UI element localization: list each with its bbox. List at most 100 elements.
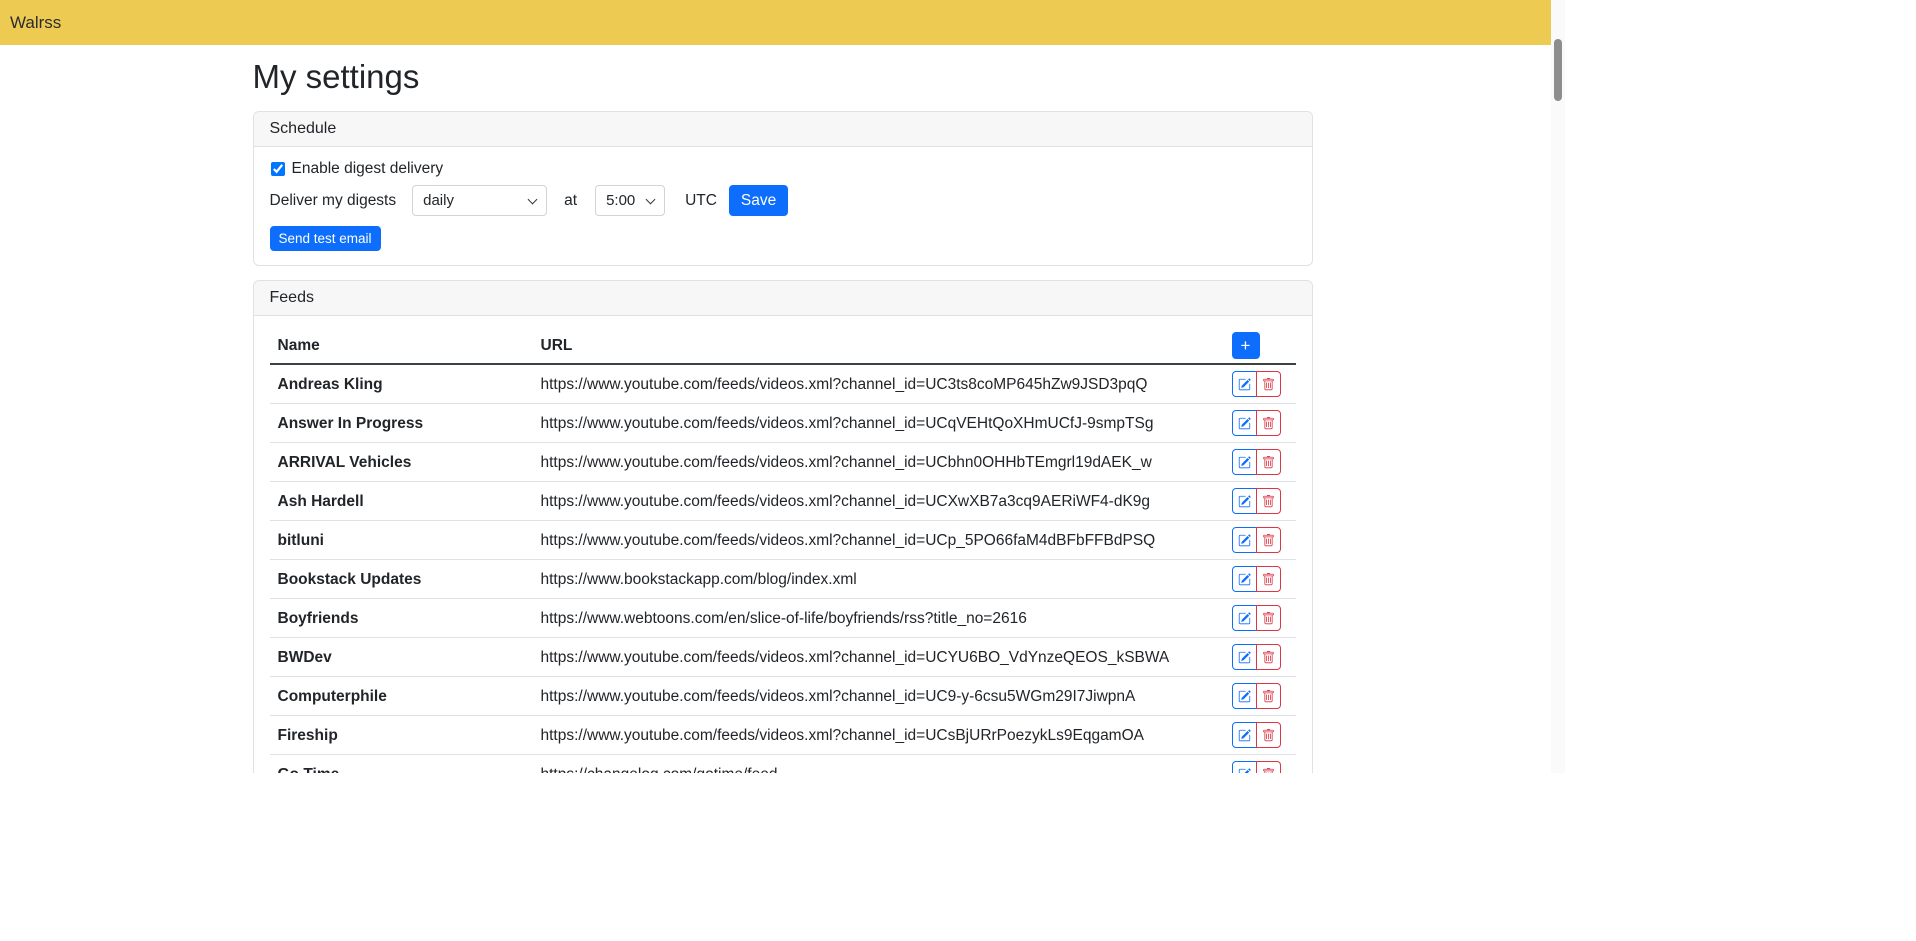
send-test-email-button[interactable]: Send test email [270,226,381,251]
delete-feed-button[interactable] [1256,566,1281,592]
pencil-square-icon [1238,456,1251,469]
delete-feed-button[interactable] [1256,605,1281,631]
feed-url: https://www.youtube.com/feeds/videos.xml… [533,716,1232,755]
feed-row: Bookstack Updates https://www.bookstacka… [270,560,1296,599]
frequency-value: daily [423,192,454,209]
feed-name: Answer In Progress [270,404,533,443]
feed-actions [1232,605,1288,631]
pencil-square-icon [1238,729,1251,742]
deliver-label: Deliver my digests [270,192,397,210]
column-header-url: URL [533,328,1232,364]
delete-feed-button[interactable] [1256,683,1281,709]
frequency-select[interactable]: daily [412,185,547,216]
scrollbar[interactable] [1551,0,1565,773]
feed-url: https://changelog.com/gotime/feed [533,755,1232,774]
feed-url: https://www.youtube.com/feeds/videos.xml… [533,404,1232,443]
feed-row: bitluni https://www.youtube.com/feeds/vi… [270,521,1296,560]
enable-digest-row: Enable digest delivery [270,159,1296,179]
feed-actions [1232,527,1288,553]
feed-name: BWDev [270,638,533,677]
feed-url: https://www.youtube.com/feeds/videos.xml… [533,364,1232,404]
feeds-card-header: Feeds [254,281,1312,316]
feeds-card-body: Name URL + Andreas Kling https://www.you… [254,316,1312,773]
time-value: 5:00 [606,192,635,209]
feed-actions [1232,371,1288,397]
trash-icon [1262,456,1275,469]
timezone-label: UTC [685,192,717,210]
edit-feed-button[interactable] [1232,449,1257,475]
edit-feed-button[interactable] [1232,722,1257,748]
trash-icon [1262,729,1275,742]
edit-feed-button[interactable] [1232,527,1257,553]
add-feed-button[interactable]: + [1232,332,1260,359]
feed-actions-cell [1232,364,1296,404]
feed-row: ARRIVAL Vehicles https://www.youtube.com… [270,443,1296,482]
feed-row: Andreas Kling https://www.youtube.com/fe… [270,364,1296,404]
trash-icon [1262,573,1275,586]
delete-feed-button[interactable] [1256,644,1281,670]
feed-actions-cell [1232,677,1296,716]
navbar-brand[interactable]: Walrss [10,13,61,33]
feed-name: Go Time [270,755,533,774]
pencil-square-icon [1238,690,1251,703]
feed-actions [1232,761,1288,773]
trash-icon [1262,495,1275,508]
trash-icon [1262,378,1275,391]
pencil-square-icon [1238,378,1251,391]
delivery-controls-row: Deliver my digests daily at 5:00 UTC Sav… [270,185,1296,216]
chevron-down-icon [528,195,538,205]
at-label: at [564,192,577,210]
feed-row: BWDev https://www.youtube.com/feeds/vide… [270,638,1296,677]
delete-feed-button[interactable] [1256,488,1281,514]
edit-feed-button[interactable] [1232,488,1257,514]
feed-actions [1232,683,1288,709]
feed-actions-cell [1232,482,1296,521]
save-button[interactable]: Save [729,185,788,216]
schedule-card: Schedule Enable digest delivery Deliver … [253,111,1313,266]
feed-url: https://www.youtube.com/feeds/videos.xml… [533,638,1232,677]
time-select[interactable]: 5:00 [595,185,665,216]
feed-name: ARRIVAL Vehicles [270,443,533,482]
feed-actions-cell [1232,443,1296,482]
pencil-square-icon [1238,573,1251,586]
pencil-square-icon [1238,417,1251,430]
delete-feed-button[interactable] [1256,722,1281,748]
delete-feed-button[interactable] [1256,761,1281,773]
feed-url: https://www.youtube.com/feeds/videos.xml… [533,521,1232,560]
edit-feed-button[interactable] [1232,371,1257,397]
enable-digest-label[interactable]: Enable digest delivery [292,160,444,178]
feed-actions-cell [1232,521,1296,560]
edit-feed-button[interactable] [1232,761,1257,773]
edit-feed-button[interactable] [1232,683,1257,709]
feeds-table: Name URL + Andreas Kling https://www.you… [270,328,1296,773]
feed-name: Ash Hardell [270,482,533,521]
scrollbar-thumb[interactable] [1554,39,1562,101]
delete-feed-button[interactable] [1256,527,1281,553]
feed-actions [1232,566,1288,592]
edit-feed-button[interactable] [1232,644,1257,670]
feed-row: Computerphile https://www.youtube.com/fe… [270,677,1296,716]
page-title: My settings [253,57,1313,97]
delete-feed-button[interactable] [1256,410,1281,436]
edit-feed-button[interactable] [1232,605,1257,631]
delete-feed-button[interactable] [1256,371,1281,397]
feed-row: Answer In Progress https://www.youtube.c… [270,404,1296,443]
feed-actions [1232,488,1288,514]
trash-icon [1262,612,1275,625]
enable-digest-checkbox[interactable] [271,162,285,176]
feed-actions-cell [1232,599,1296,638]
trash-icon [1262,534,1275,547]
feed-actions-cell [1232,560,1296,599]
feed-name: Andreas Kling [270,364,533,404]
delete-feed-button[interactable] [1256,449,1281,475]
feed-actions [1232,722,1288,748]
feed-name: bitluni [270,521,533,560]
column-header-actions: + [1232,328,1296,364]
feed-name: Bookstack Updates [270,560,533,599]
edit-feed-button[interactable] [1232,566,1257,592]
feed-actions-cell [1232,716,1296,755]
pencil-square-icon [1238,651,1251,664]
feed-url: https://www.youtube.com/feeds/videos.xml… [533,482,1232,521]
trash-icon [1262,690,1275,703]
edit-feed-button[interactable] [1232,410,1257,436]
